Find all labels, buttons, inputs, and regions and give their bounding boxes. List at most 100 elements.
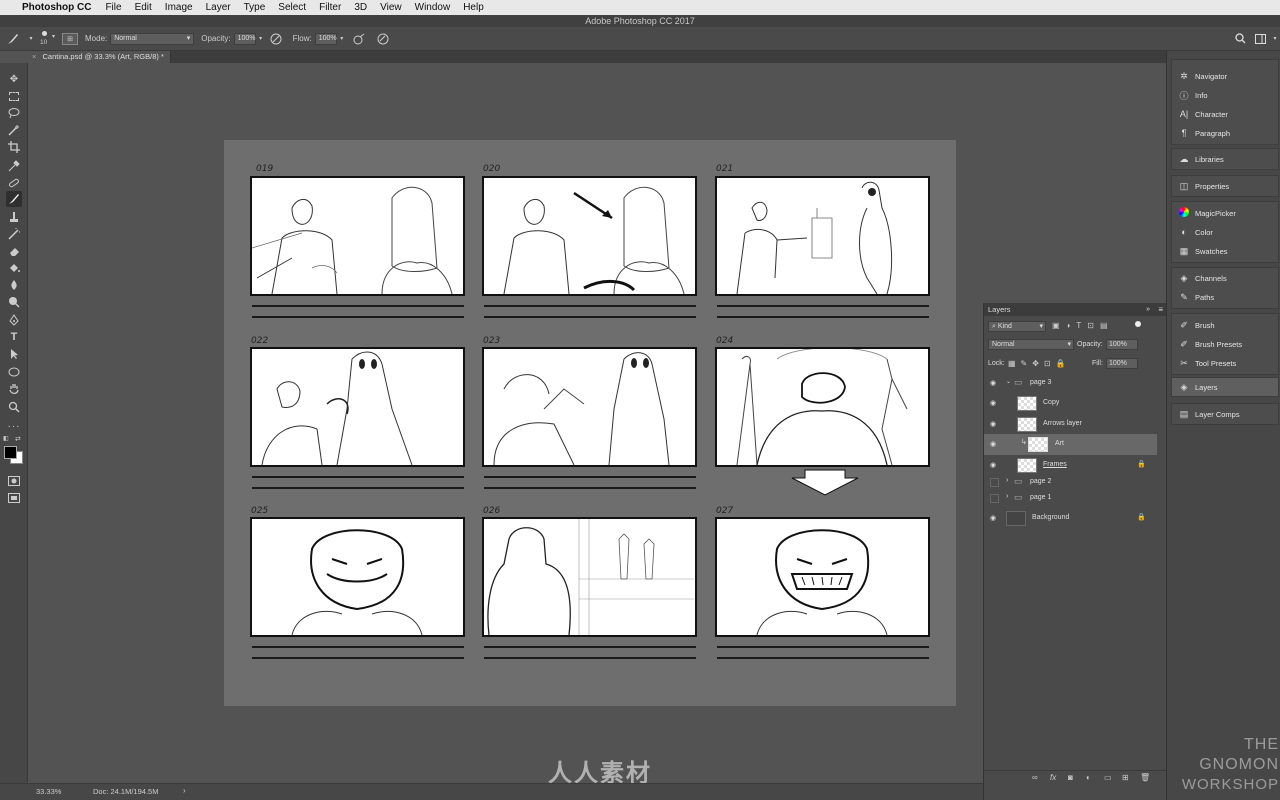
dock-navigator[interactable]: ✲ Navigator xyxy=(1178,68,1227,84)
pen-tool-icon[interactable] xyxy=(6,312,22,328)
dock-magicpicker[interactable]: MagicPicker xyxy=(1178,205,1236,221)
foreground-color-swatch[interactable] xyxy=(4,446,17,459)
dock-brush[interactable]: ✐ Brush xyxy=(1178,317,1214,333)
new-layer-icon[interactable]: ⊞ xyxy=(1122,773,1129,782)
dock-swatches[interactable]: ▦ Swatches xyxy=(1178,243,1228,259)
menu-select[interactable]: Select xyxy=(278,2,306,13)
opacity-field[interactable]: 100% xyxy=(233,32,256,45)
visibility-toggle[interactable] xyxy=(990,478,999,487)
brush-tool-icon[interactable] xyxy=(6,191,22,207)
lasso-tool-icon[interactable] xyxy=(6,105,22,121)
layer-group-page1[interactable]: › ▭ page 1 xyxy=(984,491,1157,506)
healing-brush-tool-icon[interactable] xyxy=(6,175,22,191)
storyboard-panel[interactable] xyxy=(250,517,465,637)
filter-kind-select[interactable]: ⌕ Kind ▾ xyxy=(988,321,1046,332)
magic-wand-tool-icon[interactable] xyxy=(6,122,22,138)
fx-icon[interactable]: fx xyxy=(1050,773,1056,782)
move-tool-icon[interactable]: ✥ xyxy=(6,71,22,87)
flow-chevron-icon[interactable]: ▾ xyxy=(337,35,347,42)
layer-arrows[interactable]: ◉ Arrows layer xyxy=(984,414,1157,435)
dock-channels[interactable]: ◈ Channels xyxy=(1178,270,1227,286)
chevron-down-icon[interactable]: ⌄ xyxy=(1006,378,1011,385)
storyboard-panel[interactable] xyxy=(482,176,697,296)
status-chevron-icon[interactable]: › xyxy=(183,786,186,795)
lock-options-icons[interactable]: ▦✎✥⊡🔒 xyxy=(1008,359,1071,368)
pressure-size-icon[interactable] xyxy=(371,33,395,45)
document-tab[interactable]: × Cantina.psd @ 33.3% (Art, RGB/8) * xyxy=(28,51,171,63)
menu-help[interactable]: Help xyxy=(463,2,484,13)
dock-brush-presets[interactable]: ✐ Brush Presets xyxy=(1178,336,1242,352)
storyboard-panel[interactable] xyxy=(250,176,465,296)
type-tool-icon[interactable]: T xyxy=(6,329,22,345)
blend-mode-select[interactable]: Normal ▾ xyxy=(988,339,1074,350)
visibility-eye-icon[interactable]: ◉ xyxy=(990,420,1000,428)
history-brush-tool-icon[interactable] xyxy=(6,226,22,242)
menu-type[interactable]: Type xyxy=(244,2,266,13)
dock-layer-comps[interactable]: ▤ Layer Comps xyxy=(1178,406,1240,422)
menu-filter[interactable]: Filter xyxy=(319,2,341,13)
dock-tool-presets[interactable]: ✂ Tool Presets xyxy=(1178,355,1236,371)
paint-bucket-tool-icon[interactable] xyxy=(6,260,22,276)
storyboard-panel[interactable] xyxy=(715,347,930,467)
brush-panel-toggle-icon[interactable]: ⊞ xyxy=(62,32,78,45)
mode-select[interactable]: Normal ▾ xyxy=(110,32,195,45)
add-mask-icon[interactable]: ◙ xyxy=(1068,773,1073,782)
layer-filter-icons[interactable]: ▣◑T⊡▤ xyxy=(1052,321,1114,330)
flow-field[interactable]: 100% xyxy=(314,32,337,45)
workspace-chevron-icon[interactable]: ▾ xyxy=(1270,35,1280,42)
pressure-opacity-icon[interactable] xyxy=(266,33,286,45)
app-menu[interactable]: Photoshop CC xyxy=(22,2,91,13)
dock-paragraph[interactable]: ¶ Paragraph xyxy=(1178,125,1230,141)
close-icon[interactable]: × xyxy=(32,52,36,61)
chevron-right-icon[interactable]: › xyxy=(1006,477,1008,484)
search-icon[interactable] xyxy=(1230,33,1250,44)
canvas-area[interactable]: 019 020 021 022 023 024 025 026 027 人人素材 xyxy=(28,63,983,787)
dock-paths[interactable]: ✎ Paths xyxy=(1178,289,1214,305)
storyboard-artboard[interactable]: 019 020 021 022 023 024 025 026 027 xyxy=(224,140,956,706)
menu-3d[interactable]: 3D xyxy=(354,2,367,13)
menu-view[interactable]: View xyxy=(380,2,402,13)
storyboard-panel[interactable] xyxy=(715,517,930,637)
dock-info[interactable]: ⓘ Info xyxy=(1178,87,1207,103)
eraser-tool-icon[interactable] xyxy=(6,243,22,259)
collapse-icon[interactable]: » xyxy=(1146,303,1150,316)
eyedropper-tool-icon[interactable] xyxy=(6,158,22,174)
layer-art-selected[interactable]: ◉ ↳ Art xyxy=(984,434,1157,455)
quick-mask-icon[interactable] xyxy=(6,473,22,489)
trash-icon[interactable]: 🗑 xyxy=(1140,773,1150,782)
storyboard-panel[interactable] xyxy=(715,176,930,296)
hand-tool-icon[interactable] xyxy=(6,381,22,397)
menu-image[interactable]: Image xyxy=(165,2,193,13)
layer-opacity-field[interactable]: 100% xyxy=(1106,339,1138,350)
default-colors-icon[interactable]: ◧ xyxy=(3,435,11,443)
workspace-icon[interactable] xyxy=(1250,33,1270,44)
marquee-tool-icon[interactable] xyxy=(6,88,22,104)
dock-layers[interactable]: ◈ Layers xyxy=(1178,379,1218,395)
link-layers-icon[interactable]: ∞ xyxy=(1032,773,1038,782)
tool-preset-chevron-icon[interactable]: ▾ xyxy=(26,35,36,42)
storyboard-panel[interactable] xyxy=(482,517,697,637)
visibility-eye-icon[interactable]: ◉ xyxy=(990,514,1000,522)
layer-fill-field[interactable]: 100% xyxy=(1106,358,1138,369)
layer-background[interactable]: ◉ Background 🔒 xyxy=(984,508,1157,529)
filter-toggle-icon[interactable] xyxy=(1135,321,1141,327)
brush-size-picker[interactable]: 10 ▾ xyxy=(36,29,62,49)
adjustment-layer-icon[interactable]: ◐ xyxy=(1086,773,1091,782)
visibility-eye-icon[interactable]: ◉ xyxy=(990,440,1000,448)
dock-character[interactable]: A| Character xyxy=(1178,106,1228,122)
blur-tool-icon[interactable] xyxy=(6,277,22,293)
brush-tool-icon[interactable] xyxy=(0,32,26,46)
layer-group-page3[interactable]: ◉ ⌄ ▭ page 3 xyxy=(984,373,1157,394)
dock-properties[interactable]: ◫ Properties xyxy=(1178,178,1229,194)
layer-copy[interactable]: ◉ Copy xyxy=(984,393,1157,414)
dock-libraries[interactable]: ☁ Libraries xyxy=(1178,151,1224,167)
zoom-level[interactable]: 33.33% xyxy=(36,787,61,796)
chevron-right-icon[interactable]: › xyxy=(1006,493,1008,500)
visibility-eye-icon[interactable]: ◉ xyxy=(990,461,1000,469)
ellipse-tool-icon[interactable] xyxy=(6,364,22,380)
new-group-icon[interactable]: ▭ xyxy=(1104,773,1112,782)
opacity-chevron-icon[interactable]: ▾ xyxy=(256,35,266,42)
dodge-tool-icon[interactable] xyxy=(6,294,22,310)
zoom-tool-icon[interactable] xyxy=(6,399,22,415)
menu-window[interactable]: Window xyxy=(415,2,451,13)
